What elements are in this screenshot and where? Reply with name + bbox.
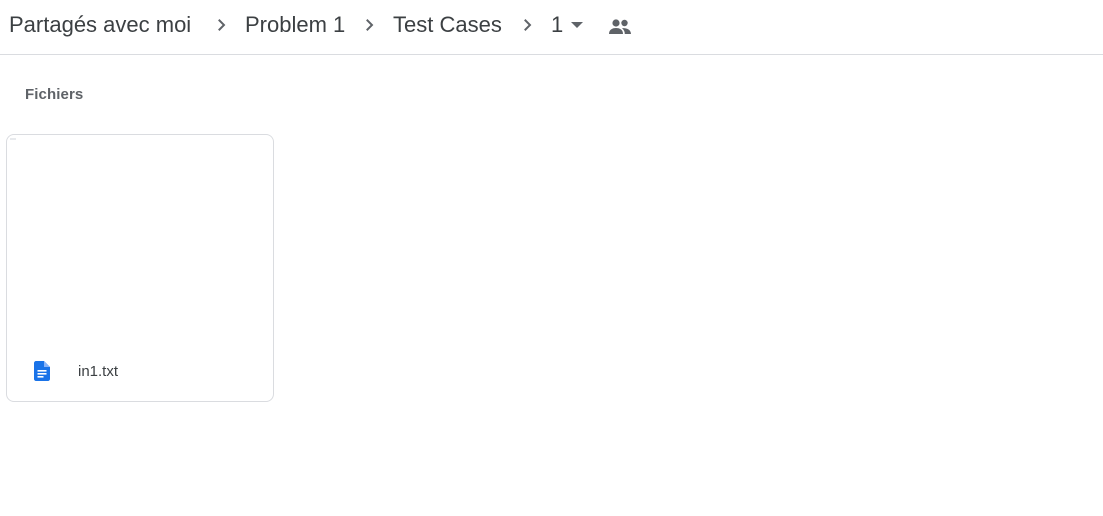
breadcrumb-item-test-cases[interactable]: Test Cases (393, 10, 502, 40)
files-section-title: Fichiers (25, 86, 84, 103)
file-card[interactable]: in1.txt (6, 134, 274, 402)
file-name[interactable]: in1.txt (78, 363, 118, 380)
thumbnail-corner (10, 138, 16, 140)
breadcrumb-item-shared-with-me[interactable]: Partagés avec moi (9, 10, 191, 40)
breadcrumb-item-problem-1[interactable]: Problem 1 (245, 10, 345, 40)
text-document-icon (34, 361, 50, 381)
breadcrumb-item-current-folder[interactable]: 1 (551, 10, 563, 40)
chevron-right-icon (218, 19, 226, 31)
arrow-drop-down-icon[interactable] (570, 20, 584, 30)
chevron-right-icon (524, 19, 532, 31)
chevron-right-icon (366, 19, 374, 31)
top-bar: Partagés avec moi Problem 1 Test Cases 1 (0, 0, 1103, 55)
people-icon[interactable] (608, 17, 632, 37)
file-thumbnail[interactable] (7, 135, 273, 347)
